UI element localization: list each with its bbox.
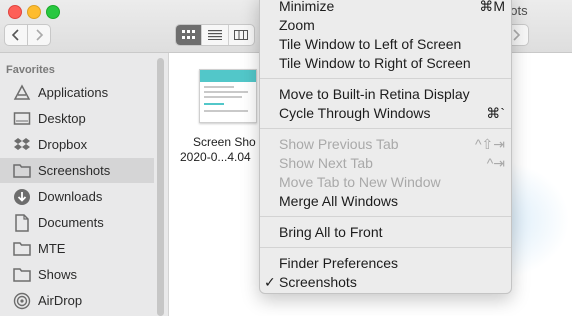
menu-item-show-next-tab: Show Next Tab ^⇥ <box>260 154 511 173</box>
icon-view-button[interactable] <box>176 25 203 45</box>
menu-item-cycle-windows[interactable]: Cycle Through Windows ⌘` <box>260 104 511 123</box>
thumbnail-accent <box>204 103 224 105</box>
sidebar-item-label: Downloads <box>38 189 103 204</box>
menu-item-label: Tile Window to Left of Screen <box>279 36 462 52</box>
column-view-button[interactable] <box>229 25 254 45</box>
close-button[interactable] <box>8 5 22 19</box>
menu-item-label: Minimize <box>279 0 335 14</box>
menu-item-label: Finder Preferences <box>279 255 399 271</box>
menu-item-zoom[interactable]: Zoom <box>260 16 511 35</box>
sidebar-item-mte[interactable]: MTE <box>0 236 154 261</box>
menu-item-label: Show Next Tab <box>279 155 373 171</box>
menu-item-label: Zoom <box>279 17 315 33</box>
sidebar-item-label: Dropbox <box>38 137 88 152</box>
columns-icon <box>234 30 249 40</box>
menu-separator <box>260 247 511 248</box>
menu-item-move-to-display[interactable]: Move to Built-in Retina Display <box>260 85 511 104</box>
thumbnail-line <box>204 91 248 93</box>
menu-item-label: Bring All to Front <box>279 224 383 240</box>
folder-icon <box>12 162 32 180</box>
menu-separator <box>260 128 511 129</box>
folder-icon <box>12 240 32 258</box>
sidebar-item-label: AirDrop <box>38 293 83 308</box>
menu-item-shortcut: ⌘` <box>486 105 505 121</box>
menu-item-label: Cycle Through Windows <box>279 105 431 121</box>
fullscreen-button[interactable] <box>46 5 60 19</box>
desktop-icon <box>12 110 32 128</box>
minimize-button[interactable] <box>27 5 41 19</box>
sidebar-item-downloads[interactable]: Downloads <box>0 184 154 209</box>
sidebar-item-label: MTE <box>38 241 66 256</box>
grid-icon <box>181 30 195 39</box>
downloads-icon <box>12 188 32 206</box>
menu-item-label: Tile Window to Right of Screen <box>279 55 471 71</box>
thumbnail-line <box>204 96 242 98</box>
sidebar-item-applications[interactable]: Applications <box>0 80 154 105</box>
sidebar-item-label: Screenshots <box>38 163 111 178</box>
menu-item-window-screenshots[interactable]: ✓ Screenshots <box>260 273 511 292</box>
sidebar: Favorites Applications Desktop Dropbox S… <box>0 53 169 316</box>
forward-button[interactable] <box>27 24 51 46</box>
sidebar-item-label: Shows <box>38 267 78 282</box>
dropbox-icon <box>12 136 32 154</box>
list-view-button[interactable] <box>202 25 229 45</box>
sidebar-item-label: Documents <box>38 215 104 230</box>
chevron-right-icon <box>513 29 521 41</box>
finder-window: hots Favorites Applications Desktop Drop… <box>0 0 572 316</box>
menu-item-shortcut: ⌘M <box>479 0 505 14</box>
sidebar-item-label: Applications <box>38 85 109 100</box>
menu-item-tile-left[interactable]: Tile Window to Left of Screen <box>260 35 511 54</box>
menu-separator <box>260 78 511 79</box>
menu-item-finder-preferences[interactable]: Finder Preferences <box>260 254 511 273</box>
menu-item-minimize[interactable]: Minimize ⌘M <box>260 0 511 16</box>
airdrop-icon <box>12 292 32 310</box>
sidebar-item-airdrop[interactable]: AirDrop <box>0 288 154 313</box>
checkmark-icon: ✓ <box>264 274 276 290</box>
sidebar-item-shows[interactable]: Shows <box>0 262 154 287</box>
menu-item-label: Move Tab to New Window <box>279 174 441 190</box>
applications-icon <box>12 83 32 102</box>
thumbnail-header-bar <box>200 70 256 82</box>
view-mode-group <box>175 24 255 46</box>
sidebar-item-dropbox[interactable]: Dropbox <box>0 132 154 157</box>
sidebar-header: Favorites <box>6 64 55 76</box>
sidebar-item-screenshots[interactable]: Screenshots <box>0 158 154 183</box>
list-icon <box>207 30 222 40</box>
window-menu: Minimize ⌘M Zoom Tile Window to Left of … <box>259 0 512 294</box>
menu-item-merge-all-windows[interactable]: Merge All Windows <box>260 192 511 211</box>
sidebar-item-label: Desktop <box>38 111 86 126</box>
menu-item-label: Show Previous Tab <box>279 136 399 152</box>
chevron-right-icon <box>36 29 44 41</box>
menu-item-label: Screenshots <box>279 274 357 290</box>
menu-item-move-tab-new-window: Move Tab to New Window <box>260 173 511 192</box>
menu-item-shortcut: ^⇧⇥ <box>474 136 505 152</box>
documents-icon <box>12 213 32 232</box>
sidebar-item-desktop[interactable]: Desktop <box>0 106 154 131</box>
menu-item-bring-all-to-front[interactable]: Bring All to Front <box>260 223 511 242</box>
menu-item-label: Move to Built-in Retina Display <box>279 86 470 102</box>
sidebar-scrollbar[interactable] <box>157 58 164 316</box>
chevron-left-icon <box>11 29 19 41</box>
file-thumbnail[interactable] <box>199 69 257 123</box>
back-button[interactable] <box>4 24 28 46</box>
menu-separator <box>260 216 511 217</box>
menu-item-tile-right[interactable]: Tile Window to Right of Screen <box>260 54 511 73</box>
sidebar-item-documents[interactable]: Documents <box>0 210 154 235</box>
thumbnail-line <box>204 110 248 112</box>
menu-item-shortcut: ^⇥ <box>486 155 505 171</box>
menu-item-label: Merge All Windows <box>279 193 399 209</box>
thumbnail-line <box>204 86 234 88</box>
folder-icon <box>12 266 32 284</box>
menu-item-show-previous-tab: Show Previous Tab ^⇧⇥ <box>260 135 511 154</box>
